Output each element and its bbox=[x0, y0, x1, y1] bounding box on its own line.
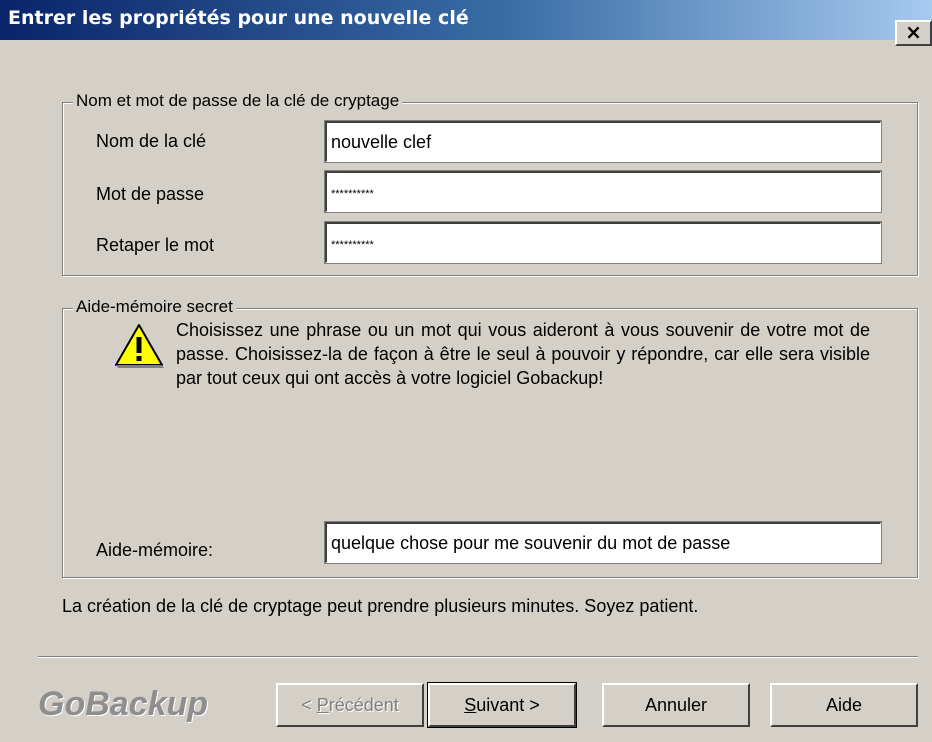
password-input[interactable] bbox=[324, 170, 882, 213]
previous-rest: récédent bbox=[328, 695, 399, 715]
hint-group-legend: Aide-mémoire secret bbox=[73, 297, 236, 317]
creation-time-note: La création de la clé de cryptage peut p… bbox=[62, 596, 699, 616]
previous-button[interactable]: < Précédent bbox=[276, 683, 424, 727]
next-mnemonic: S bbox=[464, 695, 477, 715]
footer-separator bbox=[38, 656, 918, 658]
key-group-legend: Nom et mot de passe de la clé de cryptag… bbox=[73, 91, 403, 111]
warning-icon bbox=[115, 324, 164, 368]
window-title: Entrer les propriétés pour une nouvelle … bbox=[8, 7, 469, 29]
close-button[interactable]: × bbox=[895, 20, 932, 46]
next-rest: uivant > bbox=[476, 695, 540, 715]
previous-mnemonic: P bbox=[316, 695, 329, 715]
help-label: Aide bbox=[825, 695, 863, 715]
hint-instructions-text: Choisissez une phrase ou un mot qui vous… bbox=[176, 320, 870, 388]
cancel-label: Annuler bbox=[644, 695, 708, 715]
hint-label: Aide-mémoire: bbox=[96, 540, 214, 560]
password-label: Mot de passe bbox=[96, 184, 205, 204]
title-bar: Entrer les propriétés pour une nouvelle … bbox=[0, 0, 932, 40]
close-icon: × bbox=[905, 20, 922, 44]
hint-input[interactable] bbox=[324, 521, 882, 564]
next-button[interactable]: Suivant > bbox=[427, 682, 577, 728]
previous-prefix: < bbox=[301, 695, 317, 715]
retype-password-input[interactable] bbox=[324, 221, 882, 264]
help-button[interactable]: Aide bbox=[770, 683, 918, 727]
gobackup-logo: GoBackup bbox=[38, 685, 209, 723]
key-name-input[interactable] bbox=[324, 120, 882, 163]
retype-password-label: Retaper le mot bbox=[96, 235, 215, 255]
key-name-label: Nom de la clé bbox=[96, 131, 207, 151]
cancel-button[interactable]: Annuler bbox=[602, 683, 750, 727]
